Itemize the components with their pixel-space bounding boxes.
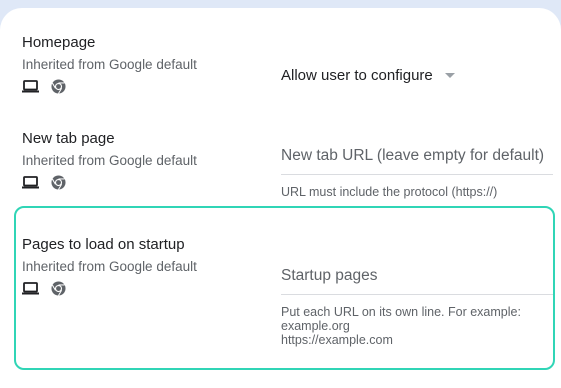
chrome-icon [51, 78, 66, 94]
homepage-control: Allow user to configure [281, 65, 553, 85]
startup-setting-info: Pages to load on startup Inherited from … [22, 236, 222, 296]
startup-helper-line: Put each URL on its own line. For exampl… [281, 305, 521, 319]
startup-title: Pages to load on startup [22, 236, 185, 253]
laptop-icon [22, 175, 39, 189]
startup-helper-line: https://example.com [281, 333, 393, 347]
startup-helper-text: Put each URL on its own line. For exampl… [281, 305, 553, 347]
startup-pages-input[interactable]: Startup pages [281, 266, 553, 295]
startup-inheritance-icons [22, 280, 222, 296]
settings-card: Homepage Inherited from Google default A… [0, 8, 561, 388]
new-tab-setting-info: New tab page Inherited from Google defau… [22, 130, 222, 190]
startup-control: Startup pages Put each URL on its own li… [281, 266, 553, 347]
homepage-select[interactable]: Allow user to configure [281, 65, 553, 85]
homepage-inheritance-icons [22, 78, 222, 94]
chrome-icon [51, 174, 66, 190]
chrome-icon [51, 280, 66, 296]
new-tab-helper-text: URL must include the protocol (https://) [281, 185, 498, 199]
laptop-icon [22, 281, 39, 295]
new-tab-inheritance-icons [22, 174, 222, 190]
homepage-setting-info: Homepage Inherited from Google default [22, 34, 222, 94]
homepage-title: Homepage [22, 34, 96, 51]
new-tab-subtitle: Inherited from Google default [22, 153, 197, 168]
laptop-icon [22, 79, 39, 93]
startup-helper-line: example.org [281, 319, 350, 333]
new-tab-control: New tab URL (leave empty for default) UR… [281, 146, 553, 199]
startup-subtitle: Inherited from Google default [22, 259, 197, 274]
new-tab-title: New tab page [22, 130, 115, 147]
new-tab-url-input[interactable]: New tab URL (leave empty for default) [281, 146, 553, 175]
dropdown-caret-icon [444, 72, 455, 78]
homepage-subtitle: Inherited from Google default [22, 57, 197, 72]
homepage-select-value: Allow user to configure [281, 66, 433, 84]
